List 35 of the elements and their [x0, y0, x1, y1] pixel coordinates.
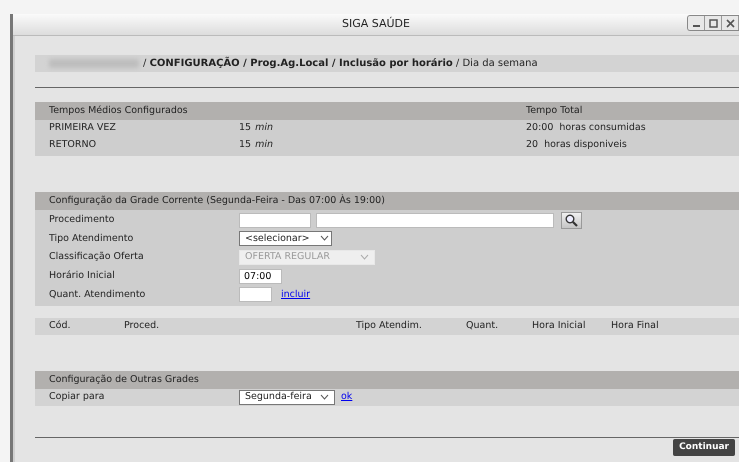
total-label: horas disponiveis — [544, 138, 627, 152]
total-value: 20:00 — [526, 121, 554, 136]
row-label: RETORNO — [49, 138, 98, 152]
time-value: 15 — [239, 139, 252, 150]
field-label: Procedimento — [49, 213, 116, 228]
include-link[interactable]: incluir — [281, 288, 310, 302]
field-label: Tipo Atendimento — [49, 232, 134, 246]
dropdown[interactable]: Segunda-feira — [239, 390, 335, 405]
time-value: 15 — [239, 122, 252, 134]
field-label: Horário Inicial — [49, 268, 116, 283]
total-value: 20 — [526, 138, 538, 152]
column-header: Quant. — [466, 319, 500, 334]
column-header: Cód. — [49, 319, 72, 334]
field-label: Copiar para — [49, 390, 106, 404]
row-label: PRIMEIRA VEZ — [49, 121, 117, 136]
breadcrumb: / CONFIGURAÇÃO / Prog.Ag.Local / Inclusão por horário / Dia da semana — [143, 56, 538, 71]
unit-label: min — [255, 122, 274, 134]
unit-label: min — [255, 139, 274, 150]
field-label: Classificação Oferta — [49, 250, 145, 264]
section-title: Configuração da Grade Corrente (Segunda-Feira - Das 07:00 Às 19:00) — [49, 194, 385, 208]
window-title: SIGA SAÚDE — [342, 16, 410, 32]
dropdown[interactable]: <selecionar> — [239, 231, 332, 246]
time-input-field[interactable]: 07:00 — [239, 268, 282, 284]
section-title: Configuração de Outras Grades — [49, 372, 199, 387]
column-header: Hora Inicial — [532, 319, 586, 334]
continue-button[interactable]: Continuar — [673, 438, 735, 456]
total-label: horas consumidas — [559, 121, 646, 136]
column-header: Tempo Total — [526, 104, 582, 118]
column-header: Hora Final — [611, 319, 660, 334]
column-header: Tipo Atendim. — [356, 319, 423, 334]
column-header: Tempos Médios Configurados — [49, 104, 189, 118]
field-label: Quant. Atendimento — [49, 288, 146, 302]
column-header: Proced. — [124, 319, 160, 334]
dropdown: OFERTA REGULAR — [239, 250, 375, 265]
ok-link[interactable]: ok — [341, 390, 352, 405]
